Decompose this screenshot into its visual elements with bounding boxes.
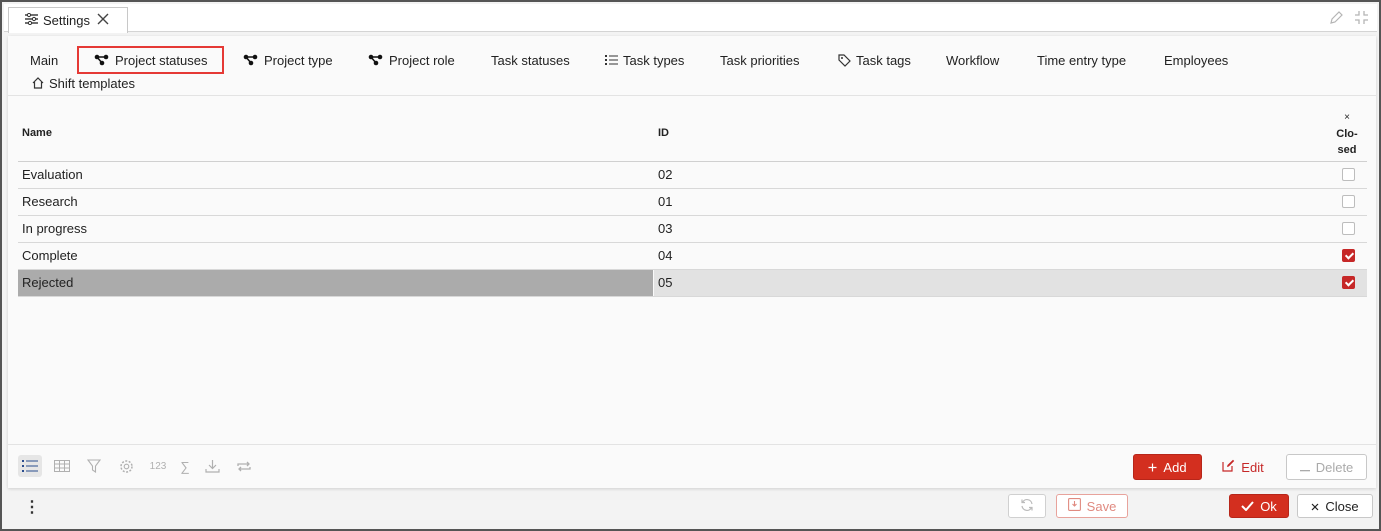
tab-label: Project role [389, 52, 455, 68]
hierarchy-icon [94, 54, 110, 66]
close-icon[interactable] [97, 12, 109, 30]
save-button[interactable]: Save [1056, 494, 1128, 518]
table-row[interactable]: Research 01 [18, 189, 1367, 216]
save-icon [1067, 498, 1081, 514]
tab-project-statuses[interactable]: Project statuses [77, 46, 224, 74]
grid-view-icon[interactable] [50, 455, 74, 477]
settings-panel: Main Project statuses Project type Proje… [8, 36, 1376, 488]
numbering-icon[interactable]: 123 [146, 455, 170, 477]
delete-button-label: Delete [1315, 459, 1354, 475]
home-icon [32, 77, 44, 89]
cell-name: Rejected [18, 270, 653, 296]
edit-button[interactable]: Edit [1218, 454, 1268, 480]
cell-name: Complete [22, 248, 78, 263]
tab-task-tags[interactable]: Task tags [838, 49, 911, 71]
list-icon [605, 55, 618, 65]
filter-icon[interactable] [82, 455, 106, 477]
cell-id: 01 [658, 194, 673, 209]
more-menu-icon[interactable]: ⋮ [24, 497, 40, 517]
tab-shift-templates[interactable]: Shift templates [32, 72, 135, 94]
tab-label: Project statuses [115, 52, 208, 68]
tab-main[interactable]: Main [30, 49, 58, 71]
tab-label: Task priorities [720, 52, 800, 68]
statuses-table: Name ID × Clo- sed Evaluation 02 Researc… [18, 106, 1367, 297]
delete-button[interactable]: Delete [1286, 454, 1367, 480]
tab-task-types[interactable]: Task types [605, 49, 684, 71]
tab-task-priorities[interactable]: Task priorities [720, 49, 799, 71]
cell-id: 02 [658, 167, 673, 182]
settings-tabs: Main Project statuses Project type Proje… [8, 46, 1376, 96]
tab-employees[interactable]: Employees [1164, 49, 1228, 71]
repeat-icon[interactable] [232, 455, 256, 477]
table-row[interactable]: In progress 03 [18, 216, 1367, 243]
closed-checkbox[interactable] [1342, 222, 1355, 235]
refresh-button[interactable] [1008, 494, 1046, 518]
tab-label: Time entry type [1037, 52, 1127, 68]
window-tab-title: Settings [43, 13, 90, 28]
edit-button-label: Edit [1241, 459, 1264, 475]
settings-icon[interactable] [114, 455, 138, 477]
hierarchy-icon [368, 54, 384, 66]
cell-id: 03 [658, 221, 673, 236]
cell-id: 05 [654, 270, 1367, 296]
plus-icon [1148, 460, 1157, 475]
closed-checkbox[interactable] [1342, 195, 1355, 208]
table-toolbar: 123 ∑ Add Edit Delete [8, 444, 1376, 488]
table-row[interactable]: Complete 04 [18, 243, 1367, 270]
tab-label: Project type [264, 52, 333, 68]
tab-label: Task tags [856, 52, 911, 68]
cell-name: In progress [22, 221, 88, 236]
add-button[interactable]: Add [1133, 454, 1202, 480]
close-button[interactable]: Close [1297, 494, 1373, 518]
app-frame: Settings Main Project statuses Project t… [0, 0, 1381, 531]
window-tab-settings[interactable]: Settings [8, 7, 128, 33]
save-button-label: Save [1086, 498, 1117, 514]
tab-workflow[interactable]: Workflow [946, 49, 999, 71]
refresh-icon [1020, 498, 1034, 515]
add-button-label: Add [1163, 459, 1187, 475]
tab-task-statuses[interactable]: Task statuses [491, 49, 570, 71]
edit-icon [1222, 459, 1235, 475]
pencil-icon[interactable] [1329, 10, 1344, 28]
sliders-icon [25, 12, 38, 28]
ok-button-label: Ok [1260, 498, 1277, 514]
column-header-closed[interactable]: × Clo- sed [1329, 110, 1365, 158]
tab-project-type[interactable]: Project type [243, 49, 333, 71]
column-header-id[interactable]: ID [658, 127, 669, 139]
tab-label: Task statuses [491, 52, 570, 68]
table-row-selected[interactable]: Rejected 05 [18, 270, 1367, 297]
collapse-icon[interactable] [1354, 10, 1369, 28]
column-header-name[interactable]: Name [22, 127, 52, 139]
tab-time-entry-type[interactable]: Time entry type [1037, 49, 1126, 71]
close-button-label: Close [1325, 498, 1359, 514]
table-header: Name ID × Clo- sed [18, 106, 1367, 162]
hierarchy-icon [243, 54, 259, 66]
tab-label: Task types [623, 52, 685, 68]
closed-checkbox[interactable] [1342, 276, 1355, 289]
tab-label: Shift templates [49, 75, 135, 91]
tab-label: Workflow [946, 52, 1000, 68]
tab-label: Main [30, 52, 59, 68]
tab-project-role[interactable]: Project role [368, 49, 455, 71]
sum-icon[interactable]: ∑ [178, 455, 192, 477]
check-icon [1241, 499, 1254, 514]
ok-button[interactable]: Ok [1229, 494, 1289, 518]
closed-checkbox[interactable] [1342, 168, 1355, 181]
cell-name: Research [22, 194, 78, 209]
minus-icon [1299, 460, 1310, 475]
table-row[interactable]: Evaluation 02 [18, 162, 1367, 189]
download-icon[interactable] [200, 455, 224, 477]
dialog-footer: ⋮ Save Ok Close [4, 487, 1377, 527]
column-header-closed-line2: sed [1337, 144, 1357, 156]
list-view-icon[interactable] [18, 455, 42, 477]
tag-icon [838, 53, 851, 67]
close-x-icon [1311, 499, 1319, 514]
column-header-closed-line1: Clo- [1336, 128, 1358, 140]
tab-label: Employees [1164, 52, 1229, 68]
closed-checkbox[interactable] [1342, 249, 1355, 262]
column-header-closed-x: × [1344, 112, 1350, 123]
window-tab-bar: Settings [4, 4, 1377, 33]
cell-id: 04 [658, 248, 673, 263]
cell-name: Evaluation [22, 167, 83, 182]
